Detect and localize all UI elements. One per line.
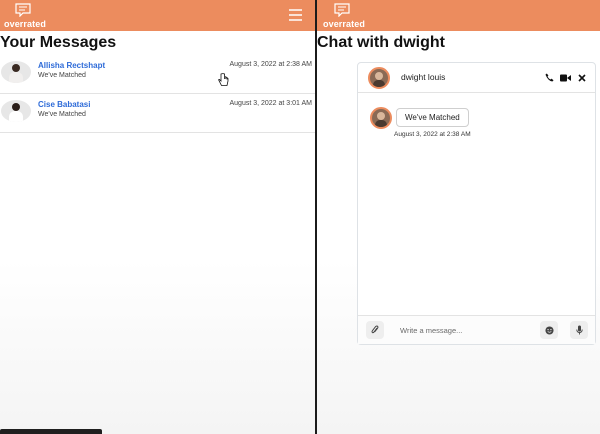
message-timestamp: August 3, 2022 at 2:38 AM xyxy=(394,131,471,138)
list-item[interactable]: Allisha Rectshapt We've Matched August 3… xyxy=(0,55,316,94)
navbar: overrated xyxy=(317,0,600,31)
list-item[interactable]: Cise Babatasi We've Matched August 3, 20… xyxy=(0,94,316,133)
phone-icon[interactable] xyxy=(544,72,555,83)
brand-logo[interactable]: overrated xyxy=(323,3,365,29)
chat-composer xyxy=(358,315,595,344)
chat-bubble-icon xyxy=(15,3,31,17)
avatar xyxy=(1,61,31,83)
avatar xyxy=(370,107,392,129)
paperclip-icon[interactable] xyxy=(366,321,384,339)
close-icon[interactable] xyxy=(576,72,587,83)
emoji-icon[interactable] xyxy=(540,321,558,339)
page-title: Your Messages xyxy=(0,34,117,51)
message-input[interactable] xyxy=(394,323,534,337)
chat-window: dwight louis We've Matched August 3, 202… xyxy=(357,62,596,345)
chat-user-name: dwight louis xyxy=(401,72,446,82)
video-icon[interactable] xyxy=(560,72,571,83)
message-list: Allisha Rectshapt We've Matched August 3… xyxy=(0,55,316,133)
avatar xyxy=(1,100,31,122)
avatar xyxy=(368,67,390,89)
chat-messages: We've Matched August 3, 2022 at 2:38 AM xyxy=(358,94,595,316)
page-title: Chat with dwight xyxy=(317,34,445,51)
message-timestamp: August 3, 2022 at 2:38 AM xyxy=(229,61,312,68)
brand-name: overrated xyxy=(323,19,365,29)
hand-cursor-icon xyxy=(218,73,229,86)
message-timestamp: August 3, 2022 at 3:01 AM xyxy=(229,100,312,107)
contact-name[interactable]: Allisha Rectshapt xyxy=(38,61,105,70)
navbar: overrated xyxy=(0,0,316,31)
messages-pane: overrated Your Messages Allisha Rectshap… xyxy=(0,0,316,434)
message-preview: We've Matched xyxy=(38,111,86,118)
status-bar xyxy=(0,429,102,434)
contact-name[interactable]: Cise Babatasi xyxy=(38,100,90,109)
chat-header: dwight louis xyxy=(358,63,595,93)
hamburger-menu-icon[interactable] xyxy=(289,9,302,21)
message-preview: We've Matched xyxy=(38,72,86,79)
chat-pane: overrated Chat with dwight dwight louis … xyxy=(317,0,600,434)
brand-logo[interactable]: overrated xyxy=(4,3,46,29)
microphone-icon[interactable] xyxy=(570,321,588,339)
brand-name: overrated xyxy=(4,19,46,29)
message-bubble: We've Matched xyxy=(396,108,469,127)
chat-bubble-icon xyxy=(334,3,350,17)
